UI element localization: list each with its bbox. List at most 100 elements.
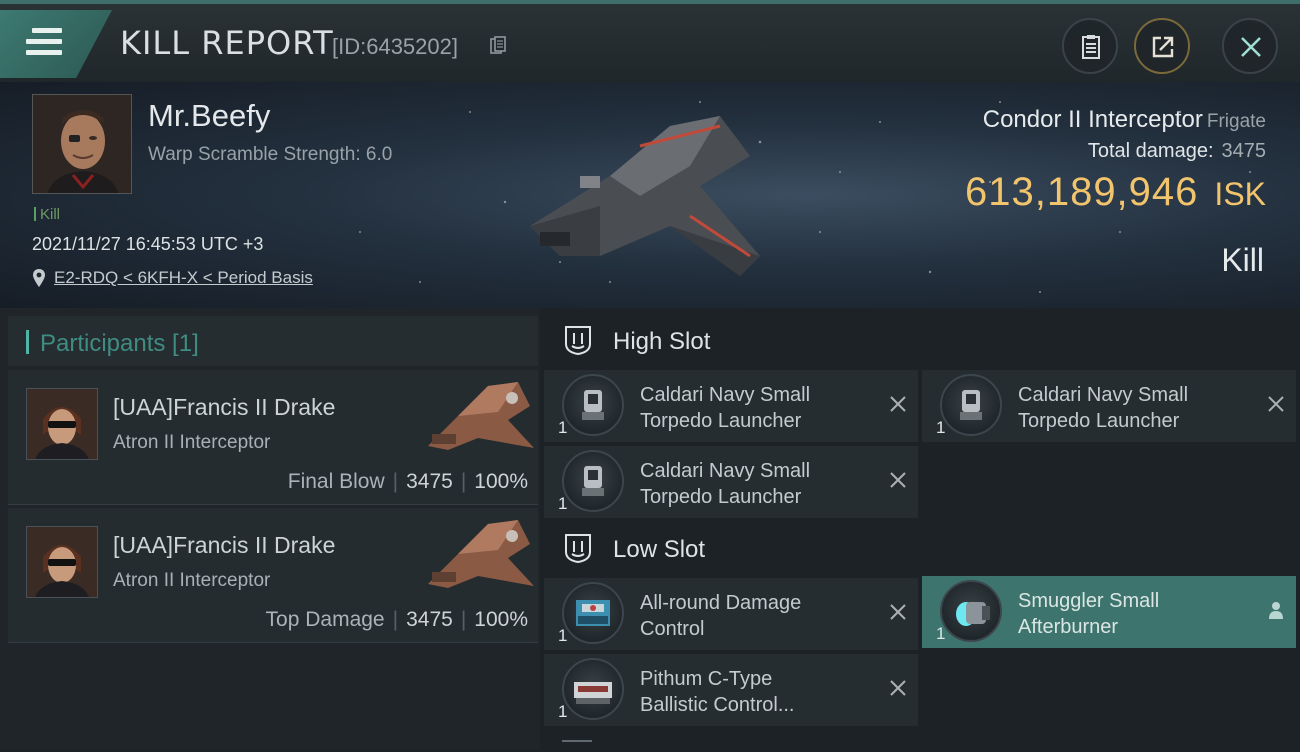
module-quantity: 1 [936, 624, 946, 643]
module-quantity: 1 [558, 626, 568, 645]
participant-name: [UAA]Francis II Drake [113, 394, 336, 420]
result-label: Kill [1221, 242, 1264, 278]
module-name-line2: Control [640, 618, 705, 640]
participant-ship: Atron II Interceptor [113, 570, 271, 591]
module-name-line1: Caldari Navy Small [640, 460, 811, 482]
destroyed-x-icon [890, 604, 906, 620]
participant-ship: Atron II Interceptor [113, 432, 271, 453]
next-slot-header-peek [562, 740, 592, 752]
module-name-line2: Afterburner [1018, 616, 1119, 638]
destroyed-x-icon [1268, 396, 1284, 412]
damage-control-icon [562, 582, 624, 644]
destroyed-x-icon [890, 396, 906, 412]
share-button[interactable] [1134, 18, 1190, 74]
high-slot-header: High Slot [540, 310, 1300, 370]
module-quantity: 1 [558, 494, 568, 513]
ship-class: Frigate [1206, 111, 1266, 132]
total-damage-label: Total damage: [1087, 140, 1214, 162]
participant-card[interactable]: [UAA]Francis II Drake Atron II Intercept… [8, 508, 538, 643]
kill-location[interactable]: E2-RDQ < 6KFH-X < Period Basis [32, 268, 313, 288]
torpedo-launcher-icon [940, 374, 1002, 436]
low-slot-icon [565, 534, 591, 564]
participant-avatar[interactable] [26, 526, 98, 598]
isk-value: 613,189,946 [964, 170, 1199, 214]
module-name-line1: Pithum C-Type [640, 668, 773, 690]
low-slot-header: Low Slot [540, 518, 1300, 578]
kill-datetime: 2021/11/27 16:45:53 UTC +3 [32, 234, 264, 254]
participant-percent: 100% [474, 470, 528, 493]
participant-damage: 3475 [406, 470, 453, 493]
total-damage: Total damage: 3475 [1088, 140, 1266, 163]
fittings-panel: High Slot 1 Caldari Navy Small Torpedo La… [540, 308, 1300, 750]
participant-role: Final Blow [287, 470, 385, 493]
close-icon [1241, 37, 1261, 57]
hamburger-icon [26, 28, 62, 61]
module-name-line1: Caldari Navy Small [640, 384, 811, 406]
participant-name: [UAA]Francis II Drake [113, 532, 336, 558]
isk-unit: ISK [1214, 176, 1266, 212]
low-slot-label: Low Slot [613, 536, 706, 563]
participant-ship-image [428, 520, 534, 588]
location-link[interactable]: E2-RDQ < 6KFH-X < Period Basis [54, 268, 313, 287]
participant-card[interactable]: [UAA]Francis II Drake Atron II Intercept… [8, 370, 538, 505]
torpedo-launcher-icon [562, 450, 624, 512]
high-slot-label: High Slot [613, 328, 711, 355]
destroyed-x-icon [890, 472, 906, 488]
isk-value-row: 613,189,946 ISK [965, 170, 1266, 215]
module-item[interactable]: 1 Pithum C-Type Ballistic Control... [544, 654, 918, 726]
participants-heading: Participants [1] [40, 330, 199, 357]
module-item[interactable]: 1 Caldari Navy Small Torpedo Launcher [544, 446, 918, 518]
clipboard-icon [1082, 35, 1100, 59]
page-title: KILL REPORT [120, 24, 334, 62]
participants-header[interactable]: Participants [1] [8, 316, 538, 366]
top-bar: KILL REPORT [ID:6435202] [0, 0, 1300, 82]
high-slot-icon [565, 326, 591, 356]
share-icon [1152, 36, 1174, 58]
module-name-line1: Smuggler Small [1018, 590, 1160, 612]
module-name: Pithum C-Type Ballistic Control... [640, 666, 880, 718]
warp-scramble-strength: Warp Scramble Strength: 6.0 [148, 144, 393, 165]
participant-avatar[interactable] [26, 388, 98, 460]
victim-ship-name: Condor II Interceptor Frigate [983, 106, 1266, 134]
victim-ship-image [530, 116, 760, 276]
victim-avatar[interactable] [32, 94, 132, 194]
afterburner-icon [940, 580, 1002, 642]
ballistic-control-icon [562, 658, 624, 720]
module-quantity: 1 [936, 418, 946, 437]
module-item[interactable]: 1 Caldari Navy Small Torpedo Launcher [922, 370, 1296, 442]
total-damage-value: 3475 [1221, 140, 1267, 162]
menu-button[interactable] [0, 10, 112, 78]
module-name-line2: Ballistic Control... [640, 694, 795, 716]
report-id: [ID:6435202] [332, 34, 458, 59]
ship-name-text: Condor II Interceptor [982, 106, 1203, 133]
module-quantity: 1 [558, 418, 568, 437]
module-item[interactable]: 1 Caldari Navy Small Torpedo Launcher [544, 370, 918, 442]
module-quantity: 1 [558, 702, 568, 721]
copy-icon[interactable] [490, 36, 506, 56]
module-name-line1: All-round Damage [640, 592, 802, 614]
module-name-line2: Torpedo Launcher [1018, 410, 1180, 432]
module-name-line2: Torpedo Launcher [640, 410, 802, 432]
participants-panel: Participants [1] [UAA]Francis II Drake A… [0, 308, 540, 750]
module-name: Caldari Navy Small Torpedo Launcher [640, 458, 880, 510]
location-pin-icon [33, 269, 45, 287]
module-name: Caldari Navy Small Torpedo Launcher [1018, 382, 1258, 434]
participant-damage: 3475 [406, 608, 453, 631]
notes-button[interactable] [1062, 18, 1118, 74]
victim-name: Mr.Beefy [148, 98, 271, 133]
module-name: Smuggler Small Afterburner [1018, 588, 1258, 640]
module-item[interactable]: 1 All-round Damage Control [544, 578, 918, 650]
participant-role: Top Damage [265, 608, 385, 631]
participant-stats: Final Blow | 3475 | 100% [287, 470, 528, 493]
module-name-line1: Caldari Navy Small [1018, 384, 1189, 406]
participant-ship-image [428, 382, 534, 450]
destroyed-x-icon [890, 680, 906, 696]
torpedo-launcher-icon [562, 374, 624, 436]
kill-tag-label: Kill [40, 206, 61, 223]
person-icon [1269, 602, 1283, 619]
module-item-dropped[interactable]: 1 Smuggler Small Afterburner [922, 576, 1296, 648]
module-name: Caldari Navy Small Torpedo Launcher [640, 382, 880, 434]
close-button[interactable] [1222, 18, 1278, 74]
participant-stats: Top Damage | 3475 | 100% [265, 608, 528, 631]
kill-tag: Kill [34, 206, 60, 223]
